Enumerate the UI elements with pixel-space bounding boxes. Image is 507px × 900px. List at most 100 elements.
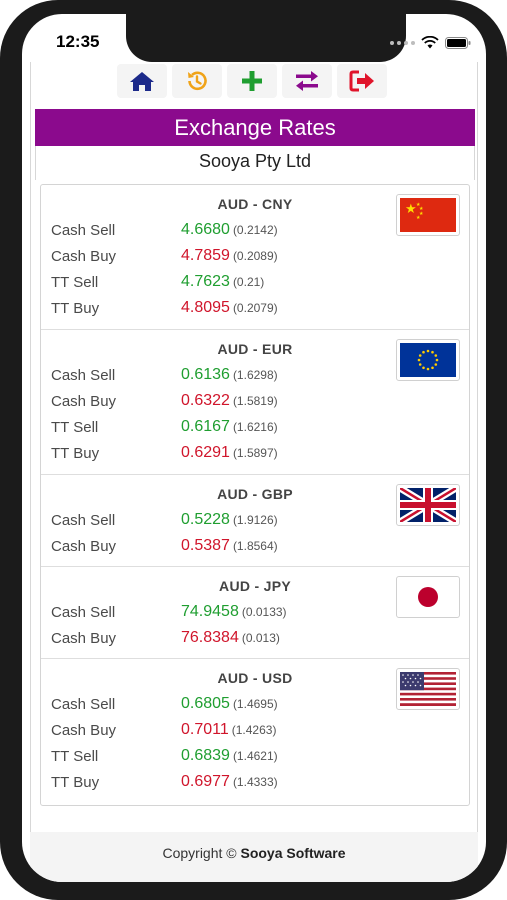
- rate-inverse: (1.4333): [232, 775, 278, 789]
- rate-inverse: (1.4263): [231, 723, 277, 737]
- rate-label: Cash Buy: [51, 248, 117, 265]
- rate-inverse: (0.2142): [232, 223, 278, 237]
- rate-row: TT Sell 0.6167 (1.6216): [51, 415, 351, 441]
- rate-value: 74.9458 (0.0133): [181, 603, 287, 620]
- wifi-icon: [421, 36, 439, 49]
- rate-card-usd: AUD - USD Cash Sell 0.6805 (1.4695) Cash…: [41, 659, 469, 804]
- rate-card-eur: AUD - EUR Cash Sell 0.6136 (1.6298) Cash…: [41, 330, 469, 475]
- svg-text:★: ★: [405, 202, 417, 217]
- rate-inverse: (1.6298): [232, 368, 278, 382]
- rate-value: 4.7859 (0.2089): [181, 247, 278, 264]
- rate-inverse: (1.5897): [232, 446, 278, 460]
- rate-value: 76.8384 (0.013): [181, 629, 280, 646]
- eu-flag-icon: [400, 343, 456, 377]
- rate-row: Cash Buy 0.5387 (1.8564): [51, 534, 351, 560]
- rate-card-gbp: AUD - GBP Cash Sell 0.5228 (1.9126) Cash…: [41, 475, 469, 567]
- nav-toolbar: [117, 64, 387, 98]
- status-time: 12:35: [56, 32, 100, 51]
- rate-inverse: (1.5819): [232, 394, 278, 408]
- rate-inverse: (0.013): [241, 631, 280, 645]
- rate-inverse: (0.2089): [232, 249, 278, 263]
- rate-row: TT Sell 0.6839 (1.4621): [51, 744, 351, 770]
- rate-row: TT Sell 4.7623 (0.21): [51, 270, 351, 296]
- rate-inverse: (0.0133): [241, 605, 287, 619]
- add-icon: [242, 71, 262, 91]
- rate-row: TT Buy 4.8095 (0.2079): [51, 296, 351, 322]
- flag-frame: [396, 576, 460, 618]
- rate-row: Cash Buy 4.7859 (0.2089): [51, 244, 351, 270]
- signal-icon: [390, 40, 415, 45]
- rate-label: TT Buy: [51, 445, 100, 462]
- rate-label: TT Buy: [51, 774, 100, 791]
- exchange-button[interactable]: [282, 64, 332, 98]
- rate-inverse: (1.6216): [232, 420, 278, 434]
- home-icon: [130, 72, 154, 91]
- footer: Copyright © Sooya Software: [30, 832, 478, 882]
- logout-button[interactable]: [337, 64, 387, 98]
- rate-inverse: (0.21): [232, 275, 265, 289]
- rate-inverse: (1.4621): [232, 749, 278, 763]
- page-title: Exchange Rates: [35, 109, 475, 146]
- rate-label: TT Sell: [51, 419, 99, 436]
- history-button[interactable]: [172, 64, 222, 98]
- rate-row: TT Buy 0.6977 (1.4333): [51, 770, 351, 796]
- rate-label: Cash Sell: [51, 512, 116, 529]
- rate-value: 0.6167 (1.6216): [181, 418, 278, 435]
- rate-value: 0.6291 (1.5897): [181, 444, 278, 461]
- rate-value: 0.5387 (1.8564): [181, 537, 278, 554]
- rate-value: 0.7011 (1.4263): [181, 721, 277, 738]
- phone-frame: 12:35 Exchange Rates Sooya Pty Ltd AUD -…: [0, 0, 507, 900]
- rate-value: 0.6322 (1.5819): [181, 392, 278, 409]
- flag-frame: [396, 484, 460, 526]
- rate-value: 4.8095 (0.2079): [181, 299, 278, 316]
- rate-value: 4.7623 (0.21): [181, 273, 265, 290]
- rates-list: AUD - CNY ★ ★ ★ ★ ★ Cash Sell 4.6680 (0.2…: [40, 184, 470, 806]
- uk-flag-icon: [400, 488, 456, 522]
- rate-label: TT Sell: [51, 274, 99, 291]
- rate-value: 0.6136 (1.6298): [181, 366, 278, 383]
- rate-label: Cash Buy: [51, 538, 117, 555]
- rate-inverse: (1.8564): [232, 539, 278, 553]
- japan-flag-icon: [400, 580, 456, 614]
- rate-value: 4.6680 (0.2142): [181, 221, 278, 238]
- rate-row: Cash Sell 0.6136 (1.6298): [51, 363, 351, 389]
- flag-frame: [396, 339, 460, 381]
- rate-label: Cash Sell: [51, 604, 116, 621]
- company-name: Sooya Pty Ltd: [35, 146, 475, 180]
- logout-icon: [349, 70, 374, 92]
- screen: 12:35 Exchange Rates Sooya Pty Ltd AUD -…: [22, 14, 486, 882]
- rate-label: TT Sell: [51, 748, 99, 765]
- rate-card-jpy: AUD - JPY Cash Sell 74.9458 (0.0133) Cash…: [41, 567, 469, 659]
- svg-text:★: ★: [416, 215, 421, 221]
- rate-inverse: (1.4695): [232, 697, 278, 711]
- exchange-icon: [296, 71, 318, 91]
- rate-inverse: (0.2079): [232, 301, 278, 315]
- battery-icon: [445, 36, 471, 49]
- rate-label: Cash Sell: [51, 222, 116, 239]
- rate-label: Cash Sell: [51, 696, 116, 713]
- rate-label: Cash Buy: [51, 393, 117, 410]
- rate-value: 0.6805 (1.4695): [181, 695, 278, 712]
- rate-row: Cash Buy 0.6322 (1.5819): [51, 389, 351, 415]
- rate-value: 0.6839 (1.4621): [181, 747, 278, 764]
- rate-row: Cash Sell 4.6680 (0.2142): [51, 218, 351, 244]
- rate-row: Cash Buy 76.8384 (0.013): [51, 626, 351, 652]
- copyright-text: Copyright ©: [162, 845, 237, 861]
- rate-value: 0.6977 (1.4333): [181, 773, 278, 790]
- flag-frame: [396, 668, 460, 710]
- home-button[interactable]: [117, 64, 167, 98]
- notch: [126, 14, 406, 62]
- flag-frame: ★ ★ ★ ★ ★: [396, 194, 460, 236]
- rate-label: Cash Buy: [51, 722, 117, 739]
- rate-card-cny: AUD - CNY ★ ★ ★ ★ ★ Cash Sell 4.6680 (0.2…: [41, 185, 469, 330]
- rate-row: Cash Sell 0.6805 (1.4695): [51, 692, 351, 718]
- rate-inverse: (1.9126): [232, 513, 278, 527]
- rate-row: Cash Sell 74.9458 (0.0133): [51, 600, 351, 626]
- status-icons: [390, 36, 471, 49]
- add-button[interactable]: [227, 64, 277, 98]
- rate-row: TT Buy 0.6291 (1.5897): [51, 441, 351, 467]
- us-flag-icon: [400, 672, 456, 706]
- rate-row: Cash Sell 0.5228 (1.9126): [51, 508, 351, 534]
- brand-name: Sooya Software: [240, 845, 346, 861]
- rate-label: Cash Buy: [51, 630, 117, 647]
